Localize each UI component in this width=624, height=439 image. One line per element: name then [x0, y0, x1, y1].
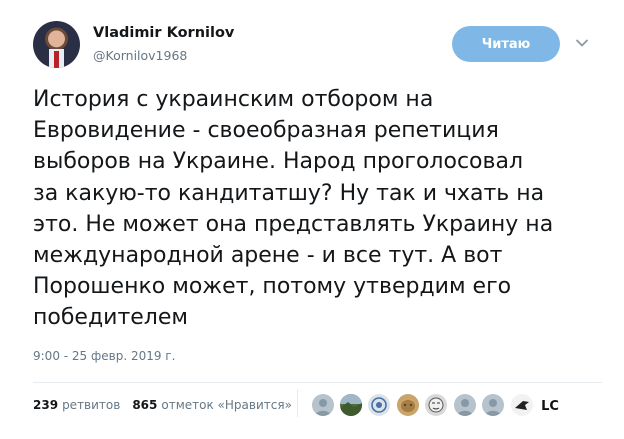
- retweets-label: ретвитов: [62, 398, 121, 412]
- bird-avatar-icon-graphic: [515, 401, 529, 410]
- default-avatar-icon-graphic: [485, 399, 501, 416]
- author-avatar[interactable]: [33, 21, 80, 68]
- default-avatar-icon[interactable]: [454, 394, 476, 416]
- retweets-count: 239: [33, 398, 59, 412]
- likes-stat[interactable]: 865 отметок «Нравится»: [132, 398, 292, 412]
- svg-text:LC: LC: [541, 399, 559, 414]
- tweet-timestamp[interactable]: 9:00 - 25 февр. 2019 г.: [33, 349, 175, 363]
- tweet-line: это. Не может она представлять Украину н…: [33, 211, 554, 237]
- chevron-down-icon[interactable]: [575, 36, 589, 50]
- emblem-avatar-icon-graphic: [371, 397, 387, 413]
- landscape-avatar-icon-graphic: [340, 394, 362, 416]
- tweet-line: Порошенко может, потому утвердим его: [33, 274, 512, 300]
- avatar-tie: [54, 51, 59, 68]
- tweet-line: выборов на Украине. Народ проголосовал: [33, 149, 524, 175]
- likers-avatars: LC: [308, 392, 588, 418]
- author-name[interactable]: Vladimir Kornilov: [93, 25, 234, 41]
- likes-count: 865: [132, 398, 158, 412]
- face-sketch-avatar-icon-graphic: [428, 397, 444, 413]
- lc-logo-avatar-icon-graphic: LC: [541, 399, 559, 414]
- default-avatar-icon-graphic: [315, 399, 331, 416]
- emblem-avatar-icon[interactable]: [368, 394, 390, 416]
- default-avatar-icon[interactable]: [482, 394, 504, 416]
- likes-label: отметок «Нравится»: [161, 398, 292, 412]
- animal-avatar-icon-graphic: [401, 400, 415, 412]
- default-avatar-icon[interactable]: [312, 394, 334, 416]
- tweet-stats: 239 ретвитов 865 отметок «Нравится»: [33, 398, 292, 412]
- following-button[interactable]: Читаю: [452, 26, 560, 62]
- tweet-line: за какую-то кандитатшу? Ну так и чхать н…: [33, 180, 545, 206]
- tweet-line: международной арене - и все тут. А вот: [33, 243, 503, 269]
- retweets-stat[interactable]: 239 ретвитов: [33, 398, 120, 412]
- default-avatar-icon-graphic: [457, 399, 473, 416]
- animal-avatar-icon[interactable]: [397, 394, 419, 416]
- tweet-line: победителем: [33, 305, 188, 331]
- author-handle[interactable]: @Kornilov1968: [93, 48, 187, 63]
- tweet-text: История с украинским отбором на Евровиде…: [33, 84, 608, 334]
- likers-divider: [297, 389, 298, 417]
- tweet-line: Евровидение - своеобразная репетиция: [33, 118, 499, 144]
- bird-avatar-icon[interactable]: [511, 394, 533, 416]
- landscape-avatar-icon[interactable]: [340, 394, 362, 416]
- face-sketch-avatar-icon[interactable]: [425, 394, 447, 416]
- lc-logo-avatar-icon[interactable]: LC: [539, 394, 561, 416]
- tweet-line: История с украинским отбором на: [33, 87, 434, 112]
- stats-divider: [33, 382, 602, 383]
